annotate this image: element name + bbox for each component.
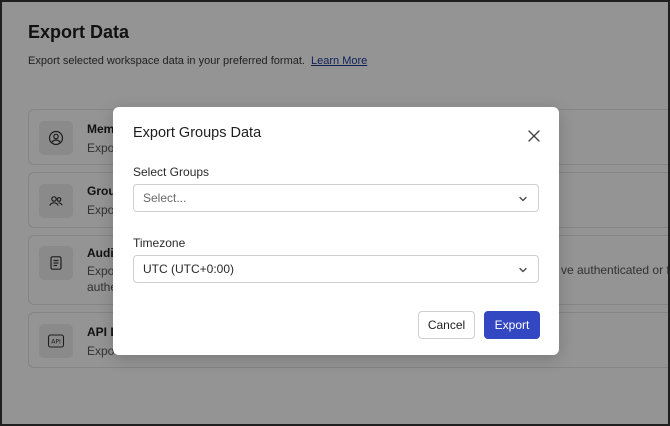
cancel-button[interactable]: Cancel: [418, 311, 475, 339]
close-icon[interactable]: [525, 127, 543, 145]
chevron-down-icon: [519, 196, 527, 202]
app-frame: Export Data Export selected workspace da…: [0, 0, 670, 426]
timezone-label: Timezone: [133, 236, 186, 250]
timezone-value: UTC (UTC+0:00): [143, 262, 235, 276]
select-groups-label: Select Groups: [133, 165, 210, 179]
export-groups-modal: Export Groups Data Select Groups Select.…: [113, 107, 559, 355]
select-groups-dropdown[interactable]: Select...: [133, 184, 539, 212]
export-button[interactable]: Export: [484, 311, 540, 339]
modal-title: Export Groups Data: [133, 125, 262, 141]
timezone-dropdown[interactable]: UTC (UTC+0:00): [133, 255, 539, 283]
select-groups-placeholder: Select...: [143, 191, 187, 205]
chevron-down-icon: [519, 267, 527, 273]
